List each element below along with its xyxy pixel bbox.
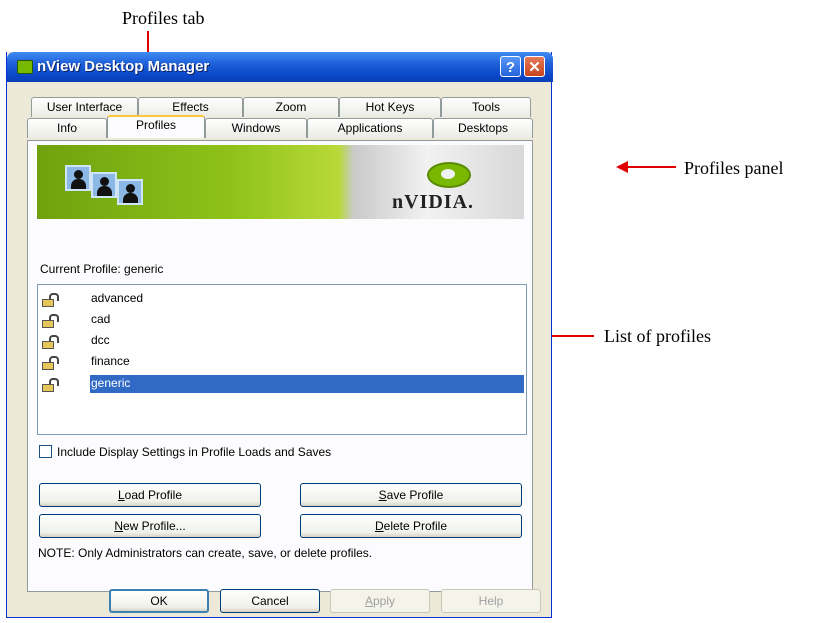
- tab-profiles[interactable]: Profiles: [107, 115, 205, 138]
- nvidia-logo-text: nVIDIA.: [392, 191, 475, 213]
- unlocked-lock-icon: [42, 378, 59, 392]
- list-item[interactable]: advanced: [38, 290, 526, 308]
- tab-desktops[interactable]: Desktops: [433, 118, 533, 138]
- current-profile-label: Current Profile: generic: [40, 262, 163, 276]
- ok-button[interactable]: OK: [109, 589, 209, 613]
- nvidia-app-icon: [17, 60, 33, 74]
- delete-profile-button[interactable]: Delete Profile: [300, 514, 522, 538]
- unlocked-lock-icon: [42, 335, 59, 349]
- save-profile-button[interactable]: Save Profile: [300, 483, 522, 507]
- profiles-panel-arrow-line: [628, 166, 676, 168]
- list-of-profiles-annotation: List of profiles: [604, 326, 711, 346]
- profile-name: advanced: [91, 291, 144, 305]
- user-icon: [65, 165, 91, 191]
- user-icon: [117, 179, 143, 205]
- new-profile-button[interactable]: New Profile...: [39, 514, 261, 538]
- admin-note: NOTE: Only Administrators can create, sa…: [38, 546, 373, 560]
- apply-button[interactable]: Apply: [330, 589, 430, 613]
- tab-info[interactable]: Info: [27, 118, 107, 138]
- list-item[interactable]: finance: [38, 353, 526, 371]
- help-title-button[interactable]: ?: [500, 56, 521, 77]
- tab-hot-keys[interactable]: Hot Keys: [339, 97, 441, 117]
- profiles-list[interactable]: advanced cad dcc finance generic: [37, 284, 527, 435]
- list-item[interactable]: dcc: [38, 332, 526, 350]
- nvidia-eye-logo-icon: [427, 162, 471, 188]
- tab-applications[interactable]: Applications: [307, 118, 433, 138]
- current-profile-value: generic: [124, 262, 164, 276]
- current-profile-caption: Current Profile:: [40, 262, 121, 276]
- profiles-banner: nVIDIA.: [37, 145, 524, 219]
- window-title: nView Desktop Manager: [37, 58, 210, 75]
- unlocked-lock-icon: [42, 314, 59, 328]
- close-title-button[interactable]: ✕: [524, 56, 545, 77]
- profile-name: generic: [91, 376, 131, 390]
- profiles-tab-annotation: Profiles tab: [122, 8, 205, 28]
- tab-user-interface[interactable]: User Interface: [31, 97, 138, 117]
- tab-tools[interactable]: Tools: [441, 97, 531, 117]
- cancel-button[interactable]: Cancel: [220, 589, 320, 613]
- include-display-settings-checkbox[interactable]: [39, 445, 52, 458]
- profile-name: dcc: [91, 333, 110, 347]
- selection-highlight: [90, 375, 524, 393]
- profile-name: cad: [91, 312, 111, 326]
- load-profile-button[interactable]: Load Profile: [39, 483, 261, 507]
- profile-name: finance: [91, 354, 130, 368]
- title-bar[interactable]: nView Desktop Manager ? ✕: [7, 52, 553, 82]
- tab-zoom[interactable]: Zoom: [243, 97, 339, 117]
- help-button[interactable]: Help: [441, 589, 541, 613]
- user-icon: [91, 172, 117, 198]
- profiles-panel-annotation: Profiles panel: [684, 158, 784, 178]
- list-item[interactable]: cad: [38, 311, 526, 329]
- unlocked-lock-icon: [42, 293, 59, 307]
- tab-effects[interactable]: Effects: [138, 97, 243, 117]
- tab-windows[interactable]: Windows: [205, 118, 307, 138]
- include-display-settings-label[interactable]: Include Display Settings in Profile Load…: [57, 445, 331, 459]
- unlocked-lock-icon: [42, 356, 59, 370]
- profiles-panel-arrowhead-icon: [616, 161, 628, 173]
- list-item-selected[interactable]: generic: [38, 375, 526, 393]
